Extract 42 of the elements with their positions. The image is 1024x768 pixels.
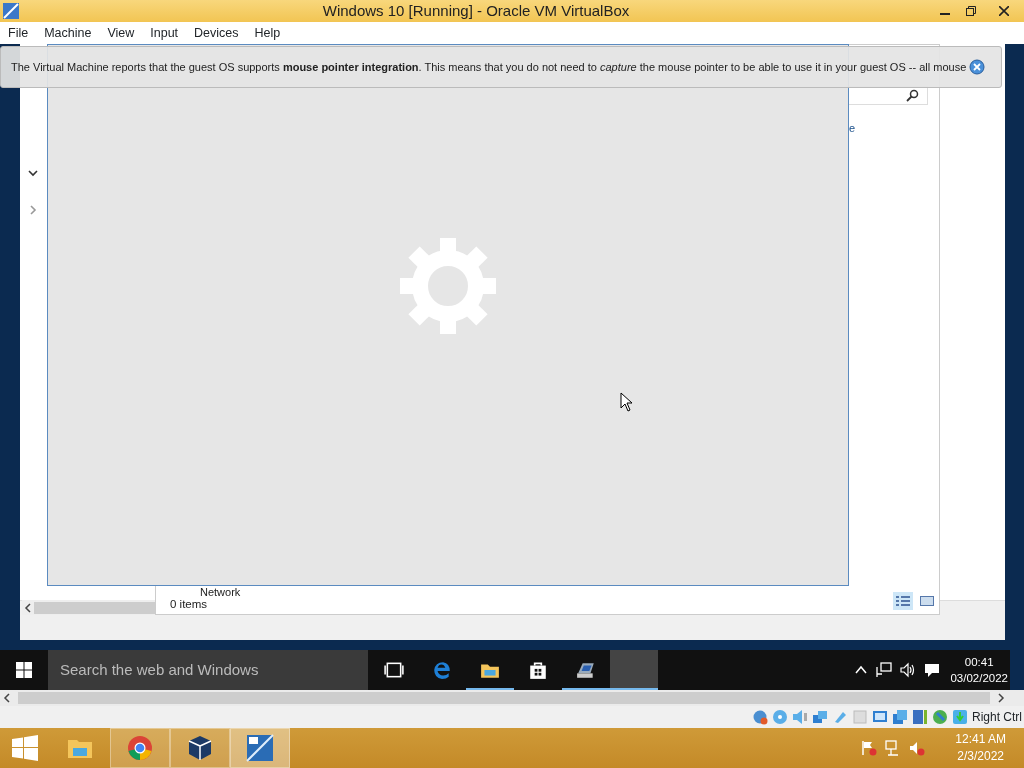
nav-text: e bbox=[849, 121, 856, 136]
browser-icon bbox=[126, 734, 154, 762]
volume-icon[interactable] bbox=[900, 662, 917, 678]
cube-icon bbox=[186, 734, 214, 762]
menu-item[interactable]: Help bbox=[246, 22, 289, 44]
window-title: Windows 10 [Running] - Oracle VM VirtualBox bbox=[322, 2, 630, 19]
notification-icon[interactable] bbox=[924, 662, 941, 678]
start-button[interactable] bbox=[12, 735, 38, 761]
network-icon[interactable] bbox=[876, 662, 893, 678]
store-icon bbox=[528, 660, 548, 680]
close-icon[interactable] bbox=[999, 6, 1009, 16]
menu-item[interactable]: Machine bbox=[36, 22, 100, 44]
menu-item[interactable]: Devices bbox=[186, 22, 247, 44]
search-field[interactable]: Search the web and Windows bbox=[48, 650, 368, 690]
computer-icon bbox=[576, 660, 596, 680]
app-icon bbox=[2, 2, 20, 20]
menu-item[interactable]: Input bbox=[142, 22, 187, 44]
search-icon[interactable] bbox=[906, 89, 919, 102]
cursor-icon bbox=[620, 392, 633, 412]
menu-item[interactable]: View bbox=[99, 22, 143, 44]
gear-icon bbox=[400, 238, 496, 334]
cube-taskbar-button[interactable] bbox=[170, 728, 230, 768]
host-key-label[interactable]: Right Ctrl bbox=[972, 708, 1022, 726]
edge-icon bbox=[432, 660, 452, 680]
notification-text: The Virtual Machine reports that the guest OS supports mouse pointer integration. This means that you do not need to capture the mouse pointer to be able to use it in your guest OS -- all mouse bbox=[11, 59, 968, 75]
start-button[interactable] bbox=[16, 662, 32, 678]
flag-icon[interactable] bbox=[861, 740, 878, 756]
clock-time[interactable]: 00:41 bbox=[950, 654, 1008, 670]
details-view-button[interactable] bbox=[893, 592, 913, 610]
scroll-left-icon[interactable] bbox=[22, 601, 34, 614]
horizontal-scrollbar[interactable] bbox=[22, 600, 155, 615]
display-icon[interactable] bbox=[872, 709, 888, 725]
menu-item[interactable]: File bbox=[0, 22, 37, 44]
taskbar-button[interactable] bbox=[610, 650, 658, 690]
close-icon[interactable] bbox=[969, 59, 985, 75]
restore-icon[interactable] bbox=[966, 6, 976, 16]
chevron-down-icon[interactable] bbox=[27, 167, 39, 179]
clock-date[interactable]: 03/02/2022 bbox=[950, 670, 1008, 686]
task-view-icon bbox=[384, 660, 404, 680]
hard-disk-icon[interactable] bbox=[752, 709, 768, 725]
chevron-right-icon[interactable] bbox=[27, 204, 39, 216]
horizontal-scrollbar[interactable] bbox=[0, 690, 1024, 706]
